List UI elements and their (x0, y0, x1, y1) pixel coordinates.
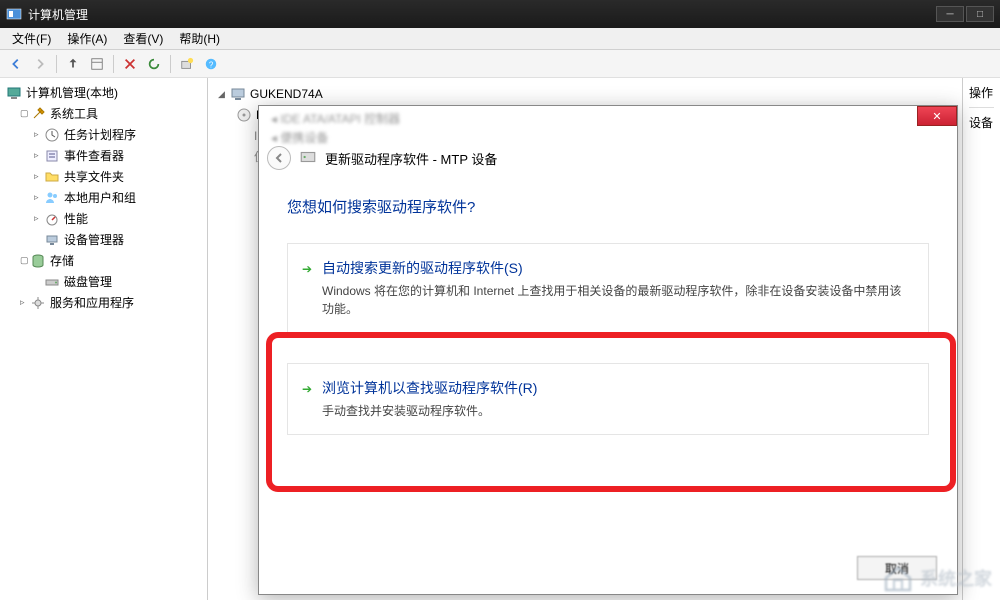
menu-view[interactable]: 查看(V) (115, 28, 171, 49)
option-auto-desc: Windows 将在您的计算机和 Internet 上查找用于相关设备的最新驱动… (322, 282, 910, 318)
menubar: 文件(F) 操作(A) 查看(V) 帮助(H) (0, 28, 1000, 50)
tree-disk-mgmt[interactable]: 磁盘管理 (6, 271, 201, 292)
toolbar: ? (0, 50, 1000, 78)
tree-root[interactable]: 计算机管理(本地) (6, 82, 201, 103)
computer-icon (6, 85, 22, 101)
sidebar-tree: 计算机管理(本地) ▢ 系统工具 ▹ 任务计划程序 ▹ 事件查看器 ▹ 共享文件… (0, 78, 208, 600)
update-driver-dialog: ◂ IDE ATA/ATAPI 控制器 ◂ 便携设备 ✕ 更新驱动程序软件 - … (258, 105, 958, 595)
option-browse-computer[interactable]: ➔ 浏览计算机以查找驱动程序软件(R) 手动查找并安装驱动程序软件。 (287, 363, 929, 435)
menu-file[interactable]: 文件(F) (4, 28, 59, 49)
help-button[interactable]: ? (201, 54, 221, 74)
tree-system-tools[interactable]: ▢ 系统工具 (6, 103, 201, 124)
dialog-title: 更新驱动程序软件 - MTP 设备 (325, 149, 497, 168)
dialog-question: 您想如何搜索驱动程序软件? (287, 196, 929, 217)
users-icon (44, 190, 60, 206)
actions-panel: 操作 设备 (962, 78, 1000, 600)
device-icon (44, 232, 60, 248)
delete-button[interactable] (120, 54, 140, 74)
option-browse-title: 浏览计算机以查找驱动程序软件(R) (322, 378, 910, 398)
storage-icon (30, 253, 46, 269)
window-title: 计算机管理 (28, 6, 88, 23)
dvd-icon (236, 107, 252, 123)
tools-icon (30, 106, 46, 122)
tree-storage[interactable]: ▢ 存储 (6, 250, 201, 271)
tree-local-users[interactable]: ▹ 本地用户和组 (6, 187, 201, 208)
disk-icon (44, 274, 60, 290)
performance-icon (44, 211, 60, 227)
refresh-button[interactable] (144, 54, 164, 74)
option-auto-title: 自动搜索更新的驱动程序软件(S) (322, 258, 910, 278)
clock-icon (44, 127, 60, 143)
tree-event-viewer[interactable]: ▹ 事件查看器 (6, 145, 201, 166)
option-auto-search[interactable]: ➔ 自动搜索更新的驱动程序软件(S) Windows 将在您的计算机和 Inte… (287, 243, 929, 333)
back-button[interactable] (6, 54, 26, 74)
dialog-device-icon (299, 148, 317, 169)
event-icon (44, 148, 60, 164)
svg-text:?: ? (209, 60, 214, 69)
tree-shared-folders[interactable]: ▹ 共享文件夹 (6, 166, 201, 187)
actions-item[interactable]: 设备 (969, 108, 994, 131)
arrow-icon: ➔ (302, 262, 312, 276)
dialog-behind-text: ◂ IDE ATA/ATAPI 控制器 ◂ 便携设备 (271, 110, 400, 146)
collapse-icon[interactable]: ▢ (20, 255, 30, 266)
properties-button[interactable] (87, 54, 107, 74)
actions-heading: 操作 (969, 84, 994, 108)
watermark: 系统之家 (882, 562, 992, 594)
tree-services-apps[interactable]: ▹ 服务和应用程序 (6, 292, 201, 313)
collapse-icon[interactable]: ▢ (20, 108, 30, 119)
dialog-back-button[interactable] (267, 146, 291, 170)
services-icon (30, 295, 46, 311)
tree-task-scheduler[interactable]: ▹ 任务计划程序 (6, 124, 201, 145)
dialog-close-button[interactable]: ✕ (917, 106, 957, 126)
computer-icon (230, 86, 246, 102)
menu-help[interactable]: 帮助(H) (171, 28, 228, 49)
option-browse-desc: 手动查找并安装驱动程序软件。 (322, 402, 910, 420)
minimize-button[interactable]: ─ (936, 6, 964, 22)
tree-performance[interactable]: ▹ 性能 (6, 208, 201, 229)
arrow-icon: ➔ (302, 382, 312, 396)
scan-button[interactable] (177, 54, 197, 74)
device-tree-root[interactable]: ◢ GUKEND74A (218, 84, 952, 104)
tree-device-manager[interactable]: 设备管理器 (6, 229, 201, 250)
forward-button[interactable] (30, 54, 50, 74)
folder-shared-icon (44, 169, 60, 185)
up-button[interactable] (63, 54, 83, 74)
app-icon (6, 6, 22, 22)
maximize-button[interactable]: □ (966, 6, 994, 22)
menu-action[interactable]: 操作(A) (59, 28, 115, 49)
window-titlebar: 计算机管理 ─ □ (0, 0, 1000, 28)
